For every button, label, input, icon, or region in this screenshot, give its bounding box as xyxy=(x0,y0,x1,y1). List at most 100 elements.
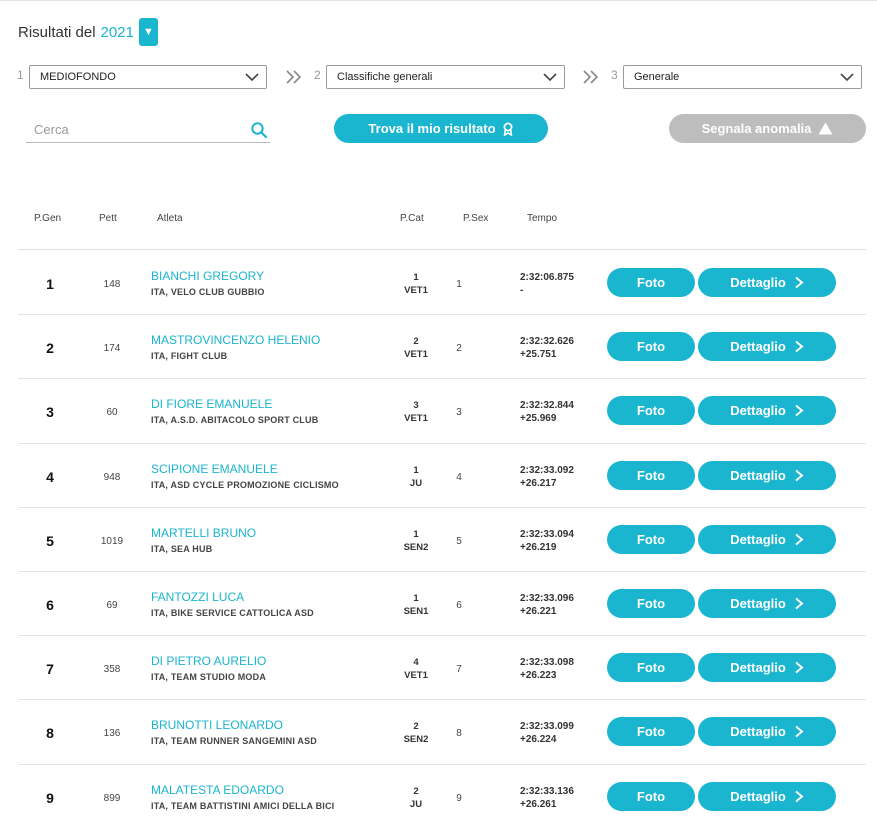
chevron-right-icon xyxy=(795,276,804,289)
time-value: 2:32:06.875 xyxy=(520,272,574,283)
general-position: 7 xyxy=(46,661,54,678)
category-position: 1 SEN2 xyxy=(391,528,441,554)
category-rank: 1 xyxy=(413,464,419,476)
detail-button[interactable]: Dettaglio xyxy=(698,653,836,683)
detail-button[interactable]: Dettaglio xyxy=(698,332,836,362)
table-row: 4 948 SCIPIONE EMANUELE ITA, ASD CYCLE P… xyxy=(18,444,866,508)
ranking-select-value: Generale xyxy=(634,71,680,83)
category-rank: 2 xyxy=(413,721,419,733)
detail-button[interactable]: Dettaglio xyxy=(698,396,836,426)
athlete-name-link[interactable]: DI PIETRO AURELIO xyxy=(151,654,266,668)
photo-button[interactable]: Foto xyxy=(607,268,695,297)
photo-button[interactable]: Foto xyxy=(607,332,695,362)
athlete-team: ITA, BIKE SERVICE CATTOLICA ASD xyxy=(151,607,314,618)
search-icon[interactable] xyxy=(250,121,268,139)
detail-button-label: Dettaglio xyxy=(730,275,786,290)
race-select[interactable]: MEDIOFONDO xyxy=(29,65,267,89)
photo-button-label: Foto xyxy=(636,403,666,419)
category-rank: 2 xyxy=(413,785,419,797)
sex-position: 2 xyxy=(456,343,462,355)
ranking-type-select[interactable]: Classifiche generali xyxy=(326,65,565,89)
find-my-result-button[interactable]: Trova il mio risultato xyxy=(334,114,548,143)
category-code: VET1 xyxy=(404,670,428,682)
athlete-name-link[interactable]: BIANCHI GREGORY xyxy=(151,269,264,283)
athlete-name-link[interactable]: DI FIORE EMANUELE xyxy=(151,397,272,411)
chevron-right-icon xyxy=(795,790,804,802)
finish-time: 2:32:06.875 - xyxy=(520,271,574,297)
bib-number: 60 xyxy=(106,407,118,419)
finish-time: 2:32:33.098 +26.223 xyxy=(520,656,574,682)
chevron-right-icon xyxy=(795,661,804,674)
chevron-down-icon xyxy=(543,73,557,82)
athlete-name-link[interactable]: SCIPIONE EMANUELE xyxy=(151,462,278,476)
detail-button[interactable]: Dettaglio xyxy=(698,781,836,811)
photo-button-label: Foto xyxy=(636,339,666,355)
photo-button-label: Foto xyxy=(636,660,666,676)
report-anomaly-button[interactable]: Segnala anomalia xyxy=(669,114,866,143)
caret-down-icon: ▼ xyxy=(142,26,154,38)
photo-button[interactable]: Foto xyxy=(607,588,695,618)
photo-button[interactable]: Foto xyxy=(607,781,695,811)
general-position: 1 xyxy=(46,276,54,292)
sex-position: 5 xyxy=(456,535,462,547)
finish-time: 2:32:32.626 +25.751 xyxy=(520,335,574,361)
time-value: 2:32:33.099 xyxy=(520,721,574,733)
athlete-team: ITA, FIGHT CLUB xyxy=(151,351,228,362)
photo-button[interactable]: Foto xyxy=(607,717,695,747)
photo-button-label: Foto xyxy=(636,788,666,804)
search-input[interactable] xyxy=(34,122,234,137)
detail-button[interactable]: Dettaglio xyxy=(698,460,836,490)
category-code: VET1 xyxy=(404,349,428,361)
col-header-pett: Pett xyxy=(99,213,117,224)
category-rank: 3 xyxy=(413,400,419,412)
photo-button[interactable]: Foto xyxy=(607,653,695,683)
time-value: 2:32:33.094 xyxy=(520,528,574,540)
detail-button-label: Dettaglio xyxy=(730,467,786,483)
detail-button[interactable]: Dettaglio xyxy=(698,588,836,618)
general-position: 3 xyxy=(46,404,54,421)
athlete-team: ITA, TEAM RUNNER SANGEMINI ASD xyxy=(151,736,318,747)
category-code: JU xyxy=(409,477,423,489)
detail-button-label: Dettaglio xyxy=(730,403,786,419)
athlete-name-link[interactable]: FANTOZZI LUCA xyxy=(151,590,244,604)
detail-button[interactable]: Dettaglio xyxy=(698,268,836,297)
athlete-team: ITA, VELO CLUB GUBBIO xyxy=(151,287,265,297)
athlete-name-link[interactable]: MASTROVINCENZO HELENIO xyxy=(151,333,320,347)
time-gap: - xyxy=(520,285,524,296)
race-select-value: MEDIOFONDO xyxy=(40,71,116,83)
detail-button-label: Dettaglio xyxy=(730,531,786,547)
photo-button[interactable]: Foto xyxy=(607,524,695,554)
category-rank: 1 xyxy=(413,592,419,604)
year-dropdown-button[interactable]: ▼ xyxy=(138,18,158,46)
athlete-team: ITA, ASD CYCLE PROMOZIONE CICLISMO xyxy=(151,479,339,490)
chevron-down-icon xyxy=(840,73,854,82)
year-value[interactable]: 2021 xyxy=(101,24,134,41)
sex-position: 7 xyxy=(456,664,462,676)
year-selector: Risultati del 2021 ▼ xyxy=(18,18,158,46)
general-position: 6 xyxy=(46,596,54,613)
athlete-name-link[interactable]: BRUNOTTI LEONARDO xyxy=(151,718,283,732)
bib-number: 136 xyxy=(103,728,121,740)
chevron-right-icon xyxy=(795,405,804,417)
photo-button[interactable]: Foto xyxy=(607,460,695,490)
category-position: 3 VET1 xyxy=(391,399,441,425)
photo-button-label: Foto xyxy=(636,724,666,740)
time-value: 2:32:33.136 xyxy=(520,785,574,797)
general-position: 4 xyxy=(46,468,54,485)
detail-button[interactable]: Dettaglio xyxy=(698,717,836,747)
table-row: 9 899 MALATESTA EDOARDO ITA, TEAM BATTIS… xyxy=(18,765,866,828)
athlete-name-link[interactable]: MALATESTA EDOARDO xyxy=(151,783,284,797)
ranking-select[interactable]: Generale xyxy=(623,65,862,89)
time-value: 2:32:33.096 xyxy=(520,592,574,604)
photo-button[interactable]: Foto xyxy=(607,396,695,426)
athlete-name-link[interactable]: MARTELLI BRUNO xyxy=(151,526,256,540)
year-label: Risultati del xyxy=(18,23,96,41)
detail-button[interactable]: Dettaglio xyxy=(698,524,836,554)
category-position: 1 SEN1 xyxy=(391,592,441,618)
finish-time: 2:32:33.096 +26.221 xyxy=(520,592,574,618)
time-gap: +26.217 xyxy=(520,477,557,489)
finish-time: 2:32:33.099 +26.224 xyxy=(520,720,574,746)
bib-number: 899 xyxy=(103,792,121,804)
col-header-athlete: Atleta xyxy=(157,213,183,224)
table-row: 6 69 FANTOZZI LUCA ITA, BIKE SERVICE CAT… xyxy=(18,572,866,637)
